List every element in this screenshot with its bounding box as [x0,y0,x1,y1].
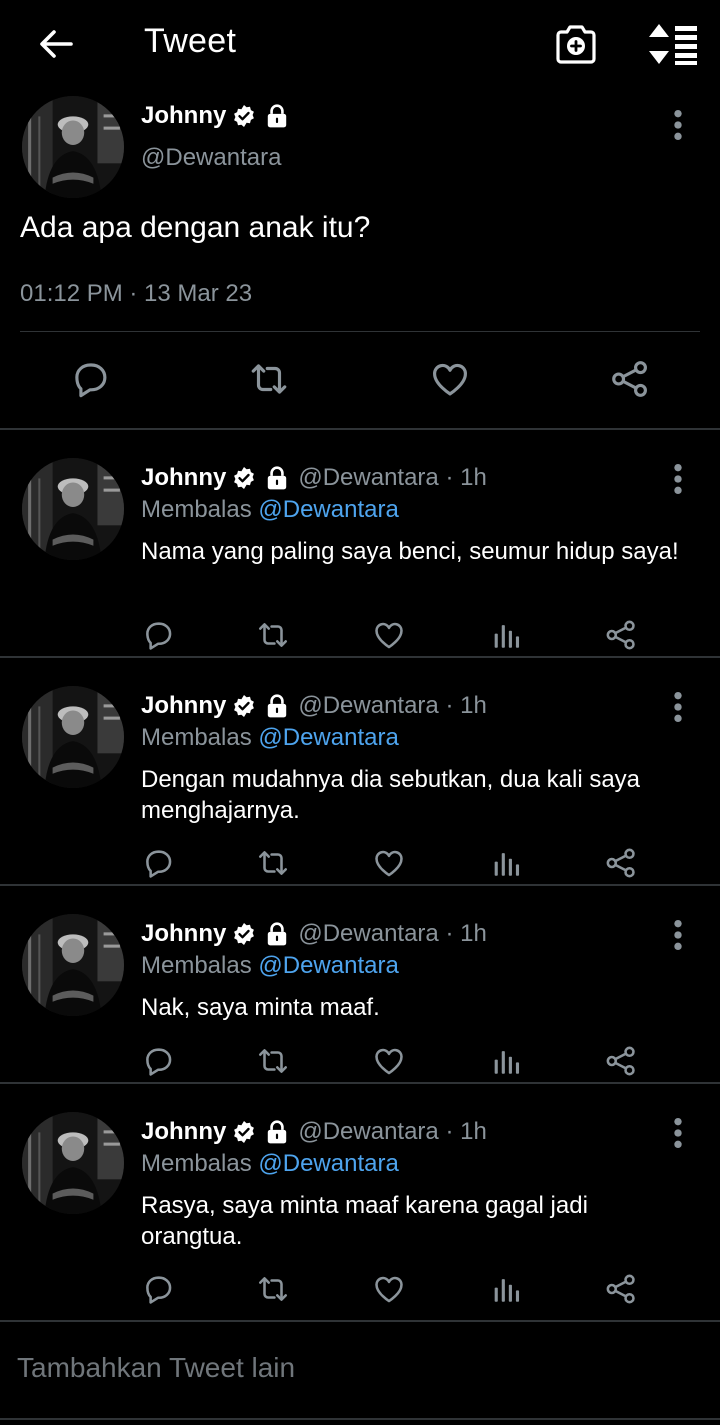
add-tweet-input[interactable]: Tambahkan Tweet lain [17,1352,295,1384]
reply-icon[interactable] [141,618,175,652]
tweet-text: Ada apa dengan anak itu? [20,211,371,244]
tweet-text: Nama yang paling saya benci, seumur hidu… [141,538,679,565]
author-name[interactable]: Johnny [141,1118,226,1146]
reply-tweet[interactable]: Johnny @Dewantara · 1h Membalas @Dewanta… [0,430,720,658]
replying-to-label: Membalas [141,1150,252,1177]
verified-badge-icon [232,1120,256,1144]
reply-tweet[interactable]: Johnny @Dewantara · 1h Membalas @Dewanta… [0,658,720,886]
profile-photo [22,458,124,560]
handle-time: @Dewantara · 1h [298,464,487,491]
replying-to-label: Membalas [141,952,252,979]
author-name[interactable]: Johnny [141,920,226,948]
verified-badge-icon [232,922,256,946]
avatar[interactable] [22,458,124,560]
retweet-icon[interactable] [256,1044,290,1078]
author-row: Johnny @Dewantara · 1h [141,464,487,492]
mention-link[interactable]: @Dewantara [258,952,398,979]
mention-link[interactable]: @Dewantara [258,1150,398,1177]
mention-link[interactable]: @Dewantara [258,496,398,523]
replying-to-label: Membalas [141,496,252,523]
verified-badge-icon [232,466,256,490]
author-row: Johnny @Dewantara · 1h [141,920,487,948]
more-options-icon[interactable] [670,918,686,952]
views-icon[interactable] [489,618,523,652]
author-handle[interactable]: @Dewantara [141,144,281,172]
like-icon[interactable] [372,1272,406,1306]
verified-badge-icon [232,694,256,718]
mention-link[interactable]: @Dewantara [258,724,398,751]
author-name[interactable]: Johnny [141,464,226,492]
handle-time: @Dewantara · 1h [298,920,487,947]
divider [0,1320,720,1322]
author-name[interactable]: Johnny [141,102,226,130]
retweet-icon[interactable] [248,355,290,403]
like-icon[interactable] [429,355,471,403]
replying-to: Membalas @Dewantara [141,724,399,752]
handle-time: @Dewantara · 1h [298,692,487,719]
share-icon[interactable] [604,618,638,652]
lock-icon [264,693,290,719]
reply-icon[interactable] [141,1272,175,1306]
reply-icon[interactable] [141,1044,175,1078]
more-options-icon[interactable] [670,462,686,496]
replying-to: Membalas @Dewantara [141,952,399,980]
tweet-text: Dengan mudahnya dia sebutkan, dua kali s… [141,766,641,824]
lock-icon [264,103,290,129]
avatar[interactable] [22,1112,124,1214]
profile-photo [22,686,124,788]
like-icon[interactable] [372,618,406,652]
lock-icon [264,921,290,947]
lock-icon [264,1119,290,1145]
reply-icon[interactable] [69,355,111,403]
verified-badge-icon [232,104,256,128]
like-icon[interactable] [372,1044,406,1078]
more-options-icon[interactable] [670,1116,686,1150]
share-icon[interactable] [609,355,651,403]
reply-icon[interactable] [141,846,175,880]
share-icon[interactable] [604,1044,638,1078]
sort-list-icon[interactable] [646,22,698,66]
views-icon[interactable] [489,1044,523,1078]
arrow-left-icon[interactable] [36,24,76,64]
author-row: Johnny @Dewantara · 1h [141,692,487,720]
camera-plus-icon[interactable] [554,22,598,66]
tweet-text: Rasya, saya minta maaf karena gagal jadi… [141,1192,588,1250]
more-options-icon[interactable] [670,108,686,142]
reply-tweet[interactable]: Johnny @Dewantara · 1h Membalas @Dewanta… [0,1084,720,1322]
replying-to: Membalas @Dewantara [141,1150,399,1178]
tweet-actions [0,355,720,407]
retweet-icon[interactable] [256,1272,290,1306]
retweet-icon[interactable] [256,618,290,652]
page-title: Tweet [144,22,237,60]
replying-to-label: Membalas [141,724,252,751]
divider [0,1418,720,1420]
more-options-icon[interactable] [670,690,686,724]
lock-icon [264,465,290,491]
avatar[interactable] [22,914,124,1016]
replying-to: Membalas @Dewantara [141,496,399,524]
profile-photo [22,1112,124,1214]
share-icon[interactable] [604,1272,638,1306]
author-row: Johnny @Dewantara · 1h [141,1118,487,1146]
views-icon[interactable] [489,846,523,880]
profile-photo [22,96,124,198]
tweet-timestamp: 01:12 PM · 13 Mar 23 [20,280,253,307]
profile-photo [22,914,124,1016]
views-icon[interactable] [489,1272,523,1306]
share-icon[interactable] [604,846,638,880]
retweet-icon[interactable] [256,846,290,880]
reply-tweet[interactable]: Johnny @Dewantara · 1h Membalas @Dewanta… [0,886,720,1084]
author-name[interactable]: Johnny [141,692,226,720]
author-row: Johnny [141,102,290,130]
divider [20,331,700,332]
top-app-bar: Tweet [0,0,720,88]
tweet-text: Nak, saya minta maaf. [141,994,380,1021]
handle-time: @Dewantara · 1h [298,1118,487,1145]
avatar[interactable] [22,96,124,198]
avatar[interactable] [22,686,124,788]
like-icon[interactable] [372,846,406,880]
